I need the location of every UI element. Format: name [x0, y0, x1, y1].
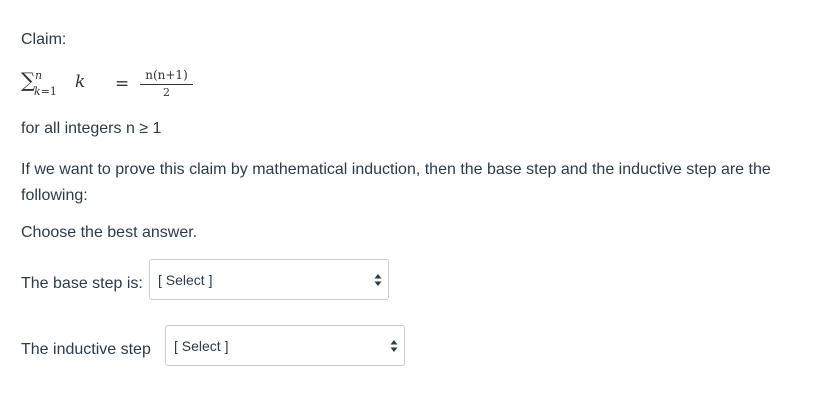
sum-lower-limit: k=1 — [34, 82, 57, 102]
inductive-step-select[interactable]: [ Select ] — [165, 325, 405, 366]
inductive-step-selected-value: [ Select ] — [174, 338, 229, 354]
base-step-label: The base step is: — [21, 275, 143, 292]
condition-text: for all integers n ≥ 1 — [21, 120, 162, 137]
summand: k — [75, 72, 86, 92]
fraction-bar — [140, 84, 193, 85]
base-step-select[interactable]: [ Select ] — [149, 259, 389, 300]
select-arrows-icon — [390, 340, 398, 352]
fraction: n(n+1) 2 — [140, 68, 193, 99]
fraction-denominator: 2 — [163, 86, 170, 99]
select-arrows-icon — [374, 274, 382, 286]
instruction-text: Choose the best answer. — [21, 224, 198, 241]
equals-sign: = — [115, 74, 130, 94]
inductive-step-label: The inductive step — [21, 341, 151, 358]
sum-lower-var: k — [34, 85, 41, 98]
sum-lower-rest: =1 — [40, 85, 57, 98]
fraction-numerator: n(n+1) — [145, 68, 188, 82]
question-text: If we want to prove this claim by mathem… — [21, 161, 771, 204]
claim-label: Claim: — [21, 31, 67, 48]
base-step-selected-value: [ Select ] — [158, 272, 213, 288]
